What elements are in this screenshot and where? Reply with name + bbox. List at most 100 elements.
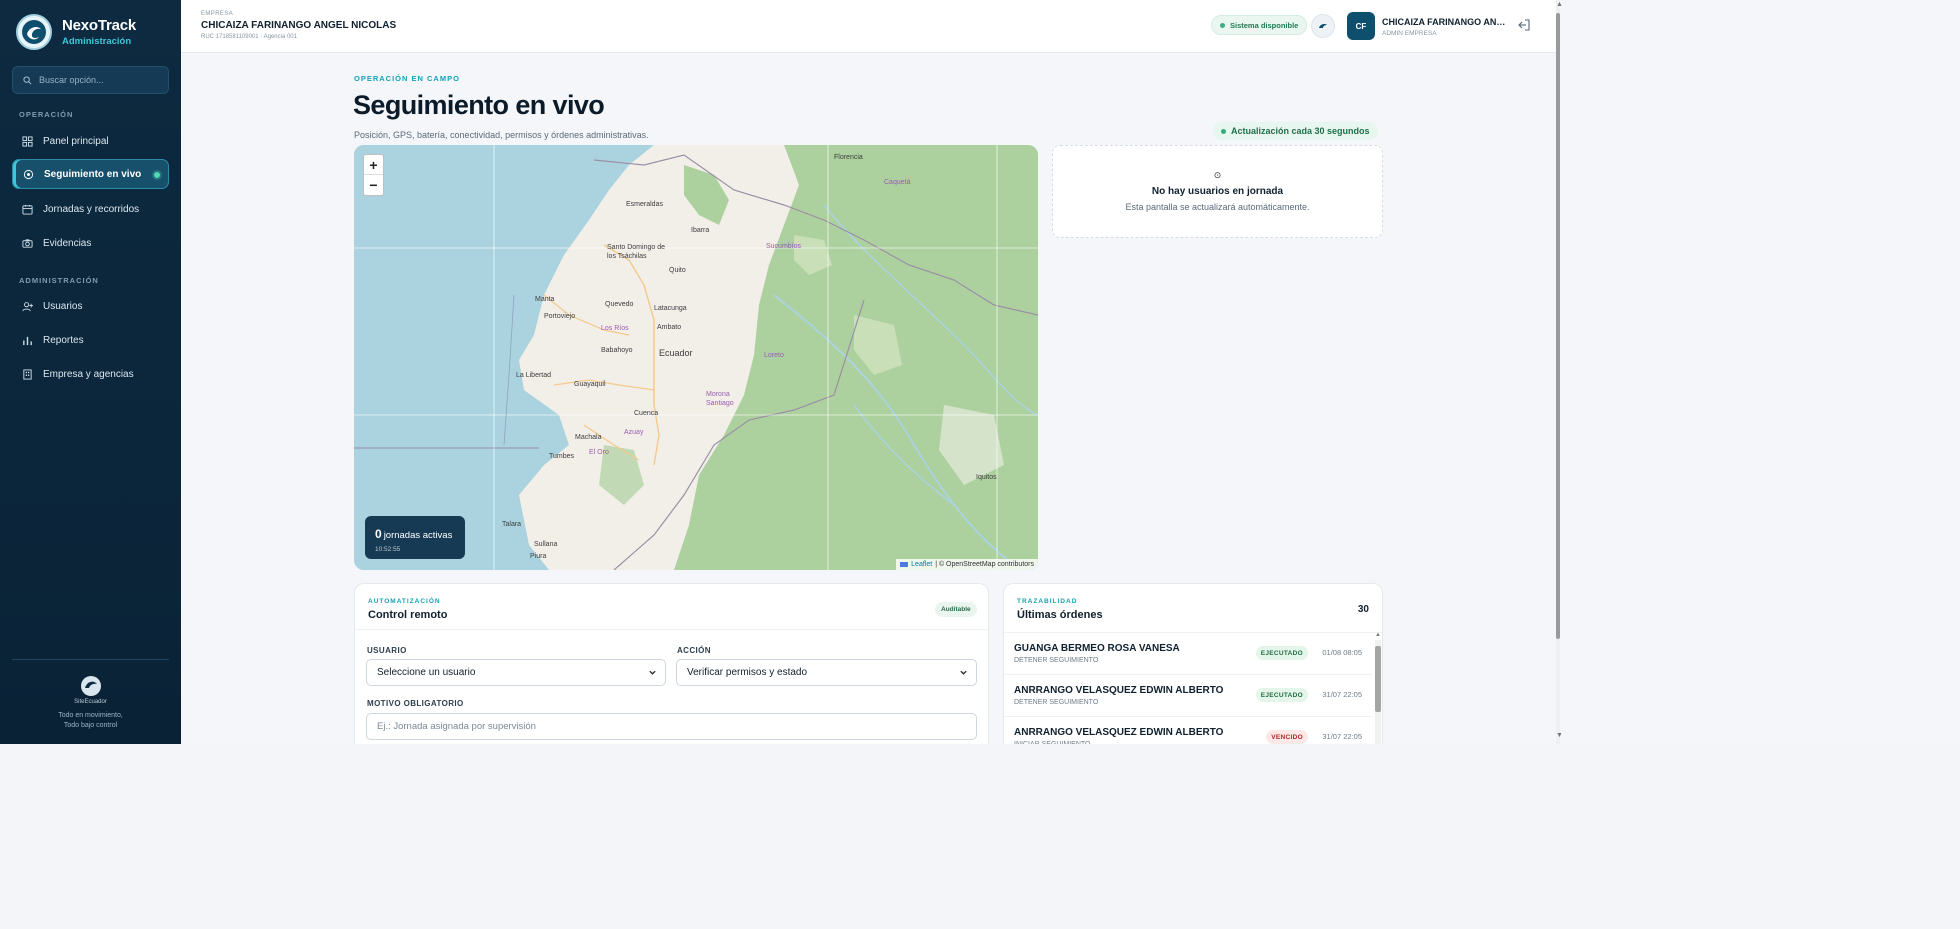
action-field-label: ACCIÓN (677, 646, 711, 655)
map-zoom-control: + − (363, 154, 384, 196)
chevron-down-icon (960, 670, 967, 675)
brand[interactable]: NexoTrack Administración (16, 14, 136, 50)
sidebar-item-label: Empresa y agencias (43, 368, 134, 380)
map-place-label: La Libertad (516, 372, 552, 379)
reason-field-label: MOTIVO OBLIGATORIO (367, 699, 464, 708)
active-sessions-count: 0 (375, 527, 382, 541)
topbar: EMPRESA CHICAIZA FARINANGO ANGEL NICOLAS… (181, 0, 1556, 53)
user-add-icon (22, 301, 33, 311)
map-place-label: Esmeraldas (626, 201, 663, 208)
user-field-label: USUARIO (367, 646, 407, 655)
sidebar-item-empresa[interactable]: Empresa y agencias (12, 359, 169, 389)
search-input[interactable] (39, 75, 159, 85)
map-attribution: Leaflet | © OpenStreetMap contributors (896, 559, 1038, 570)
scroll-up-icon[interactable]: ▲ (1556, 1, 1563, 8)
reason-input[interactable] (366, 713, 977, 740)
orders-title: Últimas órdenes (1017, 609, 1103, 621)
search-icon (23, 75, 32, 84)
order-row[interactable]: GUANGA BERMEO ROSA VANESA DETENER SEGUIM… (1004, 633, 1372, 675)
map-place-label: Santo Domingo de los Tsáchilas (607, 244, 665, 260)
live-indicator-dot (154, 172, 160, 178)
remote-control-card: AUTOMATIZACIÓN Control remoto Auditable … (354, 583, 989, 744)
map-place-label: Talara (502, 521, 522, 528)
map-place-label: Ecuador (659, 348, 693, 358)
map-place-label: Guayaquil (574, 381, 606, 388)
sidebar-item-label: Jornadas y recorridos (43, 203, 140, 215)
user-name[interactable]: CHICAIZA FARINANGO ANGEL NICOLAS (1382, 17, 1507, 27)
target-icon (23, 169, 34, 179)
company-logo-icon (80, 676, 101, 696)
status-badge: EJECUTADO (1255, 646, 1308, 660)
order-date: 01/08 08:05 (1322, 648, 1362, 657)
sidebar-item-usuarios[interactable]: Usuarios (12, 291, 169, 321)
order-type: DETENER SEGUIMIENTO (1014, 657, 1099, 664)
osm-attribution: | © OpenStreetMap contributors (935, 561, 1034, 568)
action-select[interactable]: Verificar permisos y estado (676, 659, 977, 686)
scroll-up-icon[interactable]: ▲ (1375, 632, 1381, 638)
scroll-down-icon[interactable]: ▼ (1556, 732, 1563, 739)
order-date: 31/07 22:05 (1322, 690, 1362, 699)
sidebar-item-label: Evidencias (43, 237, 92, 249)
map-place-label: Quito (669, 267, 686, 274)
map-place-label: Sucumbíos (766, 243, 802, 250)
map-place-label: Cuenca (634, 410, 659, 417)
zoom-in-button[interactable]: + (364, 155, 383, 175)
scrollbar-thumb[interactable] (1556, 13, 1560, 639)
map-place-label: Latacunga (654, 305, 687, 312)
user-avatar[interactable]: CF (1347, 12, 1375, 40)
sidebar-item-evidencias[interactable]: Evidencias (12, 228, 169, 258)
status-badge: VENCIDO (1266, 730, 1308, 744)
sidebar-item-reportes[interactable]: Reportes (12, 325, 169, 355)
user-select[interactable]: Seleccione un usuario (366, 659, 666, 686)
sidebar-item-label: Reportes (43, 334, 84, 346)
status-badge: EJECUTADO (1255, 688, 1308, 702)
live-map[interactable]: + − Florencia Caquetá Esmeraldas Ibarra … (354, 145, 1038, 570)
sidebar-item-label: Seguimiento en vivo (44, 168, 142, 180)
brand-logo-icon (16, 14, 52, 50)
active-sessions-label: jornadas activas (383, 530, 453, 541)
dashboard-icon (22, 135, 33, 147)
sidebar: NexoTrack Administración OPERACIÓN Panel… (0, 0, 181, 744)
card-divider (355, 629, 988, 630)
footer-logo-name: SiteEcuador (74, 699, 107, 705)
brand-name: NexoTrack (62, 17, 137, 34)
company-label: EMPRESA (201, 11, 234, 17)
agency-logo-icon[interactable] (1311, 14, 1335, 38)
footer-tagline-2: Todo bajo control (63, 722, 118, 729)
orders-eyebrow: TRAZABILIDAD (1017, 598, 1078, 605)
logout-icon[interactable] (1517, 18, 1531, 32)
search-box[interactable] (12, 66, 169, 94)
map-place-label: Manta (535, 296, 555, 303)
sidebar-item-seguimiento-en-vivo[interactable]: Seguimiento en vivo (12, 159, 169, 189)
empty-state-title: No hay usuarios en jornada (1151, 186, 1284, 197)
system-status-text: Sistema disponible (1230, 20, 1299, 30)
map-place-label: Quevedo (605, 301, 634, 308)
sidebar-item-jornadas[interactable]: Jornadas y recorridos (12, 194, 169, 224)
page-title: Seguimiento en vivo (353, 90, 605, 120)
calendar-icon (22, 204, 33, 215)
order-row[interactable]: ANRRANGO VELASQUEZ EDWIN ALBERTO DETENER… (1004, 675, 1372, 717)
map-place-label: Piura (530, 553, 547, 560)
orders-scrollbar[interactable]: ▲ (1375, 632, 1381, 744)
sidebar-item-label: Panel principal (43, 135, 109, 147)
scrollbar-thumb[interactable] (1375, 646, 1381, 712)
control-title: Control remoto (368, 609, 448, 621)
system-status-badge: Sistema disponible (1211, 15, 1308, 35)
order-row[interactable]: ANRRANGO VELASQUEZ EDWIN ALBERTO INICIAR… (1004, 717, 1372, 744)
sidebar-item-label: Usuarios (43, 300, 83, 312)
bar-chart-icon (23, 336, 32, 345)
map-place-label: Machala (575, 434, 602, 441)
map-tiles[interactable] (354, 145, 1038, 570)
order-user-name: ANRRANGO VELASQUEZ EDWIN ALBERTO (1014, 685, 1224, 696)
zoom-out-button[interactable]: − (364, 175, 383, 195)
page-eyebrow: OPERACIÓN EN CAMPO (354, 74, 460, 83)
page-subtitle: Posición, GPS, batería, conectividad, pe… (354, 130, 649, 140)
user-role: ADMIN EMPRESA (1382, 30, 1437, 37)
map-place-label: Loreto (764, 352, 784, 359)
leaflet-link[interactable]: Leaflet (911, 561, 932, 568)
map-place-label: El Oro (589, 449, 609, 456)
sidebar-item-panel-principal[interactable]: Panel principal (12, 126, 169, 156)
page-scrollbar[interactable] (1556, 0, 1560, 744)
nav-section-administracion: ADMINISTRACIÓN (19, 276, 99, 285)
status-dot (1220, 22, 1225, 28)
